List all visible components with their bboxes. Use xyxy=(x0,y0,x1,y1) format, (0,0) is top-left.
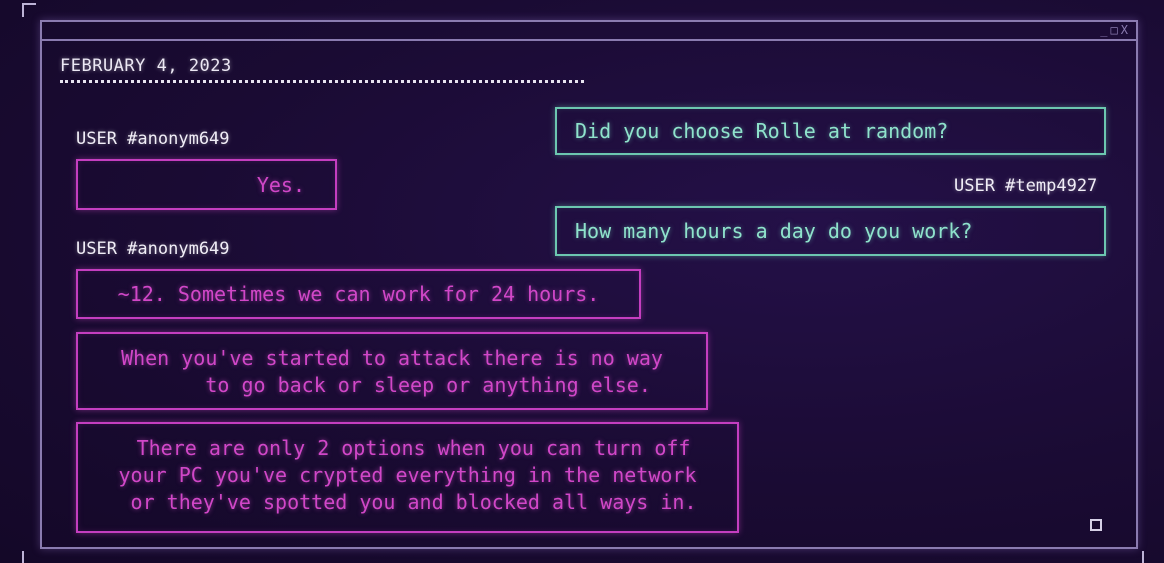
conversation-date: FEBRUARY 4, 2023 xyxy=(60,56,232,76)
message-bubble-yes: Yes. xyxy=(76,159,337,210)
close-icon[interactable]: X xyxy=(1121,23,1128,37)
maximize-icon[interactable]: □ xyxy=(1111,23,1118,37)
message-bubble-options: There are only 2 options when you can tu… xyxy=(76,422,739,533)
corner-bracket-top-left xyxy=(22,3,36,17)
message-bubble-hours-answer: ~12. Sometimes we can work for 24 hours. xyxy=(76,269,641,319)
sender-label-temp4927: USER #temp4927 xyxy=(954,176,1098,196)
corner-bracket-bottom-right xyxy=(1130,551,1144,563)
message-bubble-attack: When you've started to attack there is n… xyxy=(76,332,708,410)
square-icon[interactable] xyxy=(1090,519,1102,531)
sender-label-anonym649-2: USER #anonym649 xyxy=(76,239,230,259)
message-bubble-hours-question: How many hours a day do you work? xyxy=(555,206,1106,256)
date-dotted-divider xyxy=(60,80,584,83)
message-bubble-rolle-question: Did you choose Rolle at random? xyxy=(555,107,1106,155)
title-bar-divider xyxy=(42,39,1136,41)
window-controls: _ □ X xyxy=(1100,23,1128,37)
sender-label-anonym649-1: USER #anonym649 xyxy=(76,129,230,149)
corner-bracket-bottom-left xyxy=(22,551,36,563)
minimize-icon[interactable]: _ xyxy=(1100,23,1107,37)
